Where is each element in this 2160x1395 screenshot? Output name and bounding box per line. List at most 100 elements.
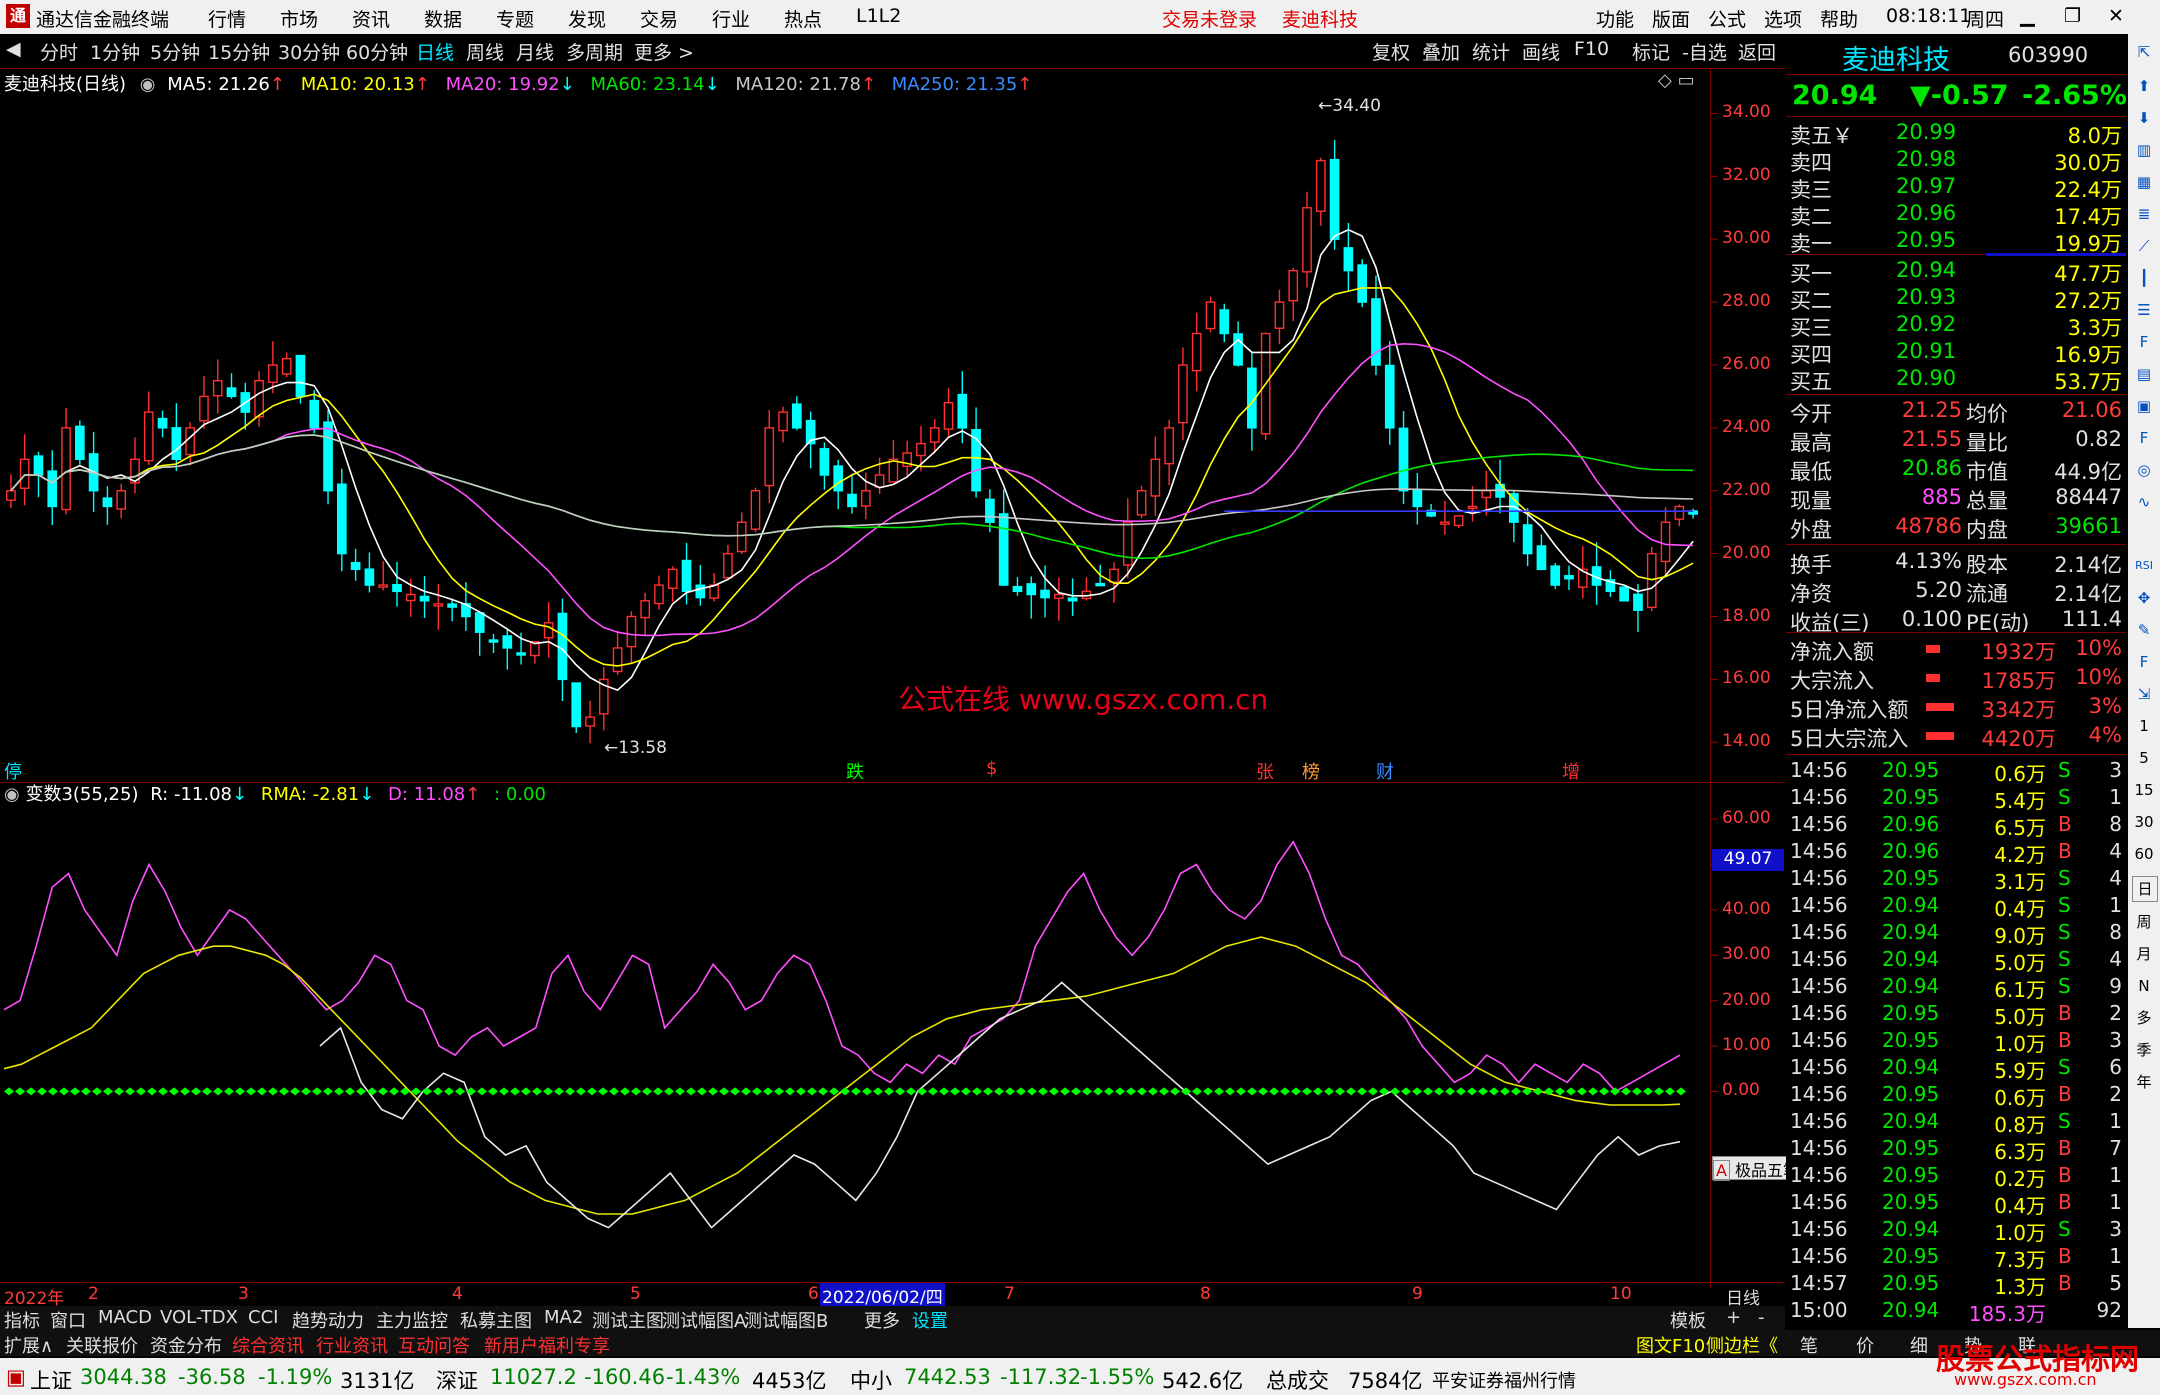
arrow-down-icon[interactable]: ⬇ bbox=[2132, 106, 2156, 130]
arrow-left-icon[interactable]: ◀ bbox=[6, 38, 21, 60]
minimize-icon[interactable]: ▁ bbox=[2020, 5, 2035, 27]
pen-icon[interactable]: ✎ bbox=[2132, 618, 2156, 642]
action-f10[interactable]: F10 bbox=[1574, 38, 1609, 60]
period-60min[interactable]: 60分钟 bbox=[346, 38, 408, 65]
extension-tab[interactable]: 互动问答 bbox=[398, 1332, 470, 1358]
sidebar-period-n[interactable]: N bbox=[2132, 974, 2156, 998]
candle-icon[interactable]: ┃ bbox=[2132, 266, 2156, 290]
rsi-icon[interactable]: RSI bbox=[2132, 554, 2156, 578]
extension-tab[interactable]: 扩展∧ bbox=[4, 1332, 53, 1358]
action-overlay[interactable]: 叠加 bbox=[1422, 38, 1460, 65]
action-adjust[interactable]: 复权 bbox=[1372, 38, 1410, 65]
period-15min[interactable]: 15分钟 bbox=[208, 38, 270, 65]
sidebar-period-5[interactable]: 5 bbox=[2132, 746, 2156, 770]
indicator-tab[interactable]: MACD bbox=[98, 1307, 152, 1328]
sidebar-period-week[interactable]: 周 bbox=[2132, 910, 2156, 934]
wave-icon[interactable]: ∿ bbox=[2132, 490, 2156, 514]
tick-row[interactable]: 14:56 20.94 0.4万 S 1 bbox=[1786, 893, 2126, 921]
period-timeshare[interactable]: 分时 bbox=[40, 38, 78, 65]
fin-icon[interactable]: F bbox=[2132, 330, 2156, 354]
extension-tab[interactable]: 价 bbox=[1856, 1332, 1874, 1358]
tick-row[interactable]: 14:56 20.94 9.0万 S 8 bbox=[1786, 920, 2126, 948]
chart-options-icons[interactable]: ◇ ▭ bbox=[1658, 70, 1695, 91]
tick-row[interactable]: 14:56 20.96 6.5万 B 8 bbox=[1786, 812, 2126, 840]
event-mark-drop[interactable]: 跌 bbox=[846, 758, 864, 784]
menu-formula[interactable]: 公式 bbox=[1708, 5, 1746, 32]
event-mark-dragon-list[interactable]: 榜 bbox=[1302, 758, 1320, 784]
period-5min[interactable]: 5分钟 bbox=[150, 38, 200, 65]
action-draw[interactable]: 画线 bbox=[1522, 38, 1560, 65]
fs2-icon[interactable]: F bbox=[2132, 650, 2156, 674]
menu-data[interactable]: 数据 bbox=[424, 5, 462, 32]
chart-area[interactable]: 麦迪科技(日线) ◉ MA5: 21.26↑ MA10: 20.13↑ MA20… bbox=[0, 68, 1866, 1309]
tick-row[interactable]: 14:56 20.95 0.6万 S 3 bbox=[1786, 758, 2126, 786]
indicator-tab[interactable]: + bbox=[1726, 1307, 1741, 1328]
tick-row[interactable]: 14:56 20.94 1.0万 S 3 bbox=[1786, 1217, 2126, 1245]
menu-options[interactable]: 选项 bbox=[1764, 5, 1802, 32]
menu-discover[interactable]: 发现 bbox=[568, 5, 606, 32]
extension-tab[interactable]: 笔 bbox=[1800, 1332, 1818, 1358]
action-mark[interactable]: 标记 bbox=[1632, 38, 1670, 65]
tick-row[interactable]: 14:57 20.95 1.3万 B 5 bbox=[1786, 1271, 2126, 1299]
event-mark-dividend[interactable]: $ bbox=[986, 758, 997, 779]
sh-index-name[interactable]: 上证 bbox=[30, 1365, 72, 1395]
menu-hot[interactable]: 热点 bbox=[784, 5, 822, 32]
menu-news[interactable]: 资讯 bbox=[352, 5, 390, 32]
arrow-up-icon[interactable]: ⬆ bbox=[2132, 74, 2156, 98]
event-mark-limit-up[interactable]: 张 bbox=[1256, 758, 1274, 784]
doc-icon[interactable]: ▤ bbox=[2132, 362, 2156, 386]
sme-index-name[interactable]: 中小 bbox=[850, 1365, 892, 1395]
restore-icon[interactable]: ❐ bbox=[2064, 5, 2081, 27]
sidebar-period-1[interactable]: 1 bbox=[2132, 714, 2156, 738]
action-stats[interactable]: 统计 bbox=[1472, 38, 1510, 65]
chart-canvas[interactable] bbox=[0, 68, 1785, 1288]
tick-row[interactable]: 14:56 20.95 7.3万 B 1 bbox=[1786, 1244, 2126, 1272]
indicator-tab[interactable]: VOL-TDX bbox=[160, 1307, 238, 1328]
move-icon[interactable]: ✥ bbox=[2132, 586, 2156, 610]
gear-icon[interactable]: ◉ bbox=[140, 74, 156, 95]
event-mark-increase[interactable]: 增 bbox=[1562, 758, 1580, 784]
action-back[interactable]: 返回 bbox=[1738, 38, 1776, 65]
tick-row[interactable]: 14:56 20.95 3.1万 S 4 bbox=[1786, 866, 2126, 894]
sidebar-period-multi[interactable]: 多 bbox=[2132, 1006, 2156, 1030]
extension-tab[interactable]: 综合资讯 bbox=[232, 1332, 304, 1358]
sidebar-period-60[interactable]: 60 bbox=[2132, 842, 2156, 866]
card-icon[interactable]: ▣ bbox=[2132, 394, 2156, 418]
bar-chart-icon[interactable]: ▥ bbox=[2132, 138, 2156, 162]
sz-index-name[interactable]: 深证 bbox=[436, 1365, 478, 1395]
extension-tab[interactable]: 图文F10 bbox=[1636, 1332, 1705, 1358]
period-more[interactable]: 更多 > bbox=[634, 38, 694, 65]
sidebar-period-year[interactable]: 年 bbox=[2132, 1070, 2156, 1094]
tick-row[interactable]: 14:56 20.95 1.0万 B 3 bbox=[1786, 1028, 2126, 1056]
grid-icon[interactable]: ▦ bbox=[2132, 170, 2156, 194]
extension-tab[interactable]: 关联报价 bbox=[66, 1332, 138, 1358]
indicator-tab[interactable]: - bbox=[1758, 1307, 1765, 1328]
sidebar-period-season[interactable]: 季 bbox=[2132, 1038, 2156, 1062]
close-icon[interactable]: ✕ bbox=[2108, 5, 2124, 27]
extension-tab[interactable]: 新用户福利专享 bbox=[484, 1332, 610, 1358]
tick-row[interactable]: 15:00 20.94 185.3万 92 bbox=[1786, 1298, 2126, 1326]
menu-function[interactable]: 功能 bbox=[1596, 5, 1634, 32]
tick-row[interactable]: 14:56 20.94 5.9万 S 6 bbox=[1786, 1055, 2126, 1083]
menu-help[interactable]: 帮助 bbox=[1820, 5, 1858, 32]
period-30min[interactable]: 30分钟 bbox=[278, 38, 340, 65]
tick-row[interactable]: 14:56 20.95 5.0万 B 2 bbox=[1786, 1001, 2126, 1029]
trade-login-status[interactable]: 交易未登录 bbox=[1162, 5, 1257, 32]
menu-l1l2[interactable]: L1L2 bbox=[856, 5, 901, 27]
menu-industry[interactable]: 行业 bbox=[712, 5, 750, 32]
sidebar-period-15[interactable]: 15 bbox=[2132, 778, 2156, 802]
indicator-tab[interactable]: CCI bbox=[248, 1307, 278, 1328]
extension-tab[interactable]: 资金分布 bbox=[150, 1332, 222, 1358]
period-multi[interactable]: 多周期 bbox=[566, 38, 623, 65]
sidebar-period-30[interactable]: 30 bbox=[2132, 810, 2156, 834]
menu-quotes[interactable]: 行情 bbox=[208, 5, 246, 32]
tick-row[interactable]: 14:56 20.95 0.6万 B 2 bbox=[1786, 1082, 2126, 1110]
tick-row[interactable]: 14:56 20.95 5.4万 S 1 bbox=[1786, 785, 2126, 813]
sidebar-collapse-icon[interactable]: ⇱ bbox=[2132, 40, 2156, 64]
period-weekly[interactable]: 周线 bbox=[466, 38, 504, 65]
period-monthly[interactable]: 月线 bbox=[516, 38, 554, 65]
fs-icon[interactable]: F bbox=[2132, 426, 2156, 450]
action-watchlist[interactable]: -自选 bbox=[1682, 38, 1727, 65]
menu-layout[interactable]: 版面 bbox=[1652, 5, 1690, 32]
tick-row[interactable]: 14:56 20.95 6.3万 B 7 bbox=[1786, 1136, 2126, 1164]
